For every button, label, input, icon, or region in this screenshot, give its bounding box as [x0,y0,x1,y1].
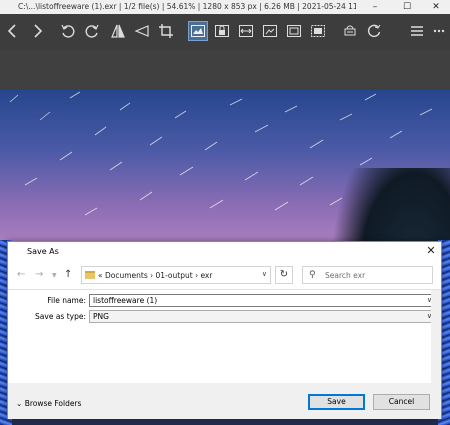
close-window-button[interactable]: ✕ [421,0,450,14]
rotate-left-icon[interactable] [58,21,78,41]
save-button[interactable]: Save [308,394,365,410]
cancel-button[interactable]: Cancel [373,394,430,410]
minimize-button[interactable]: – [360,0,390,14]
breadcrumb-exr[interactable]: exr [200,271,212,280]
ellipsis-icon[interactable] [429,21,449,41]
file-name-field[interactable]: listoffreeware (1) ∨ [89,294,436,307]
save-type-label: Save as type: [35,312,86,321]
window-title: C:\...\listoffreeware (1).exr | 1/2 file… [18,2,356,11]
scale-to-height-icon[interactable] [260,21,280,41]
refresh-folder-icon[interactable]: ↻ [275,266,293,284]
scale-to-width-icon[interactable] [236,21,256,41]
dialog-title: Save As [27,247,59,256]
address-bar[interactable]: « Documents › 01-output › exr ∨ [81,266,271,284]
refresh-icon[interactable] [364,21,384,41]
address-dropdown-icon[interactable]: ∨ [262,270,267,278]
rotate-right-icon[interactable] [82,21,102,41]
maximize-button[interactable]: ☐ [392,0,422,14]
breadcrumb-separator-icon: › [150,271,154,280]
zoom-lock-icon[interactable] [212,21,232,41]
back-arrow-icon[interactable] [3,21,23,41]
search-icon: ⚲ [309,270,316,280]
search-placeholder: Search exr [325,271,366,280]
scale-auto-icon[interactable] [308,21,328,41]
viewer-background [0,50,450,90]
vertical-scrollbar[interactable] [431,290,441,383]
flip-horizontal-icon[interactable] [108,21,128,41]
browse-folders-toggle[interactable]: ⌄ Browse Folders [16,399,81,408]
file-name-value: listoffreeware (1) [93,296,158,305]
browse-folders-label: Browse Folders [24,399,82,408]
zoom-fit-icon[interactable] [188,21,208,41]
window-title-bar: C:\...\listoffreeware (1).exr | 1/2 file… [0,0,450,14]
save-type-value: PNG [93,312,109,321]
menu-icon[interactable] [407,21,427,41]
breadcrumb-separator-icon: › [195,271,199,280]
recent-locations-chevron-icon[interactable]: ▼ [52,272,57,279]
crop-icon[interactable] [156,21,176,41]
file-name-label: File name: [47,296,86,305]
main-toolbar [0,14,450,50]
navigation-row: ← → ▼ ↑ « Documents › 01-output › exr ∨ … [8,262,441,290]
breadcrumb-overflow[interactable]: « [98,271,103,280]
flip-vertical-icon[interactable] [132,21,152,41]
nav-back-icon[interactable]: ← [17,269,25,280]
save-form: File name: listoffreeware (1) ∨ Save as … [8,290,441,383]
breadcrumb-documents[interactable]: Documents [105,271,148,280]
breadcrumb-01-output[interactable]: 01-output [156,271,193,280]
print-icon[interactable] [340,21,360,41]
search-input[interactable]: ⚲ Search exr [302,266,433,284]
dialog-close-icon[interactable]: ✕ [424,244,438,258]
forward-arrow-icon[interactable] [27,21,47,41]
save-as-dialog: Save As ✕ ← → ▼ ↑ « Documents › 01-outpu… [7,241,442,419]
nav-up-icon[interactable]: ↑ [64,269,72,280]
nav-forward-icon[interactable]: → [35,269,43,280]
folder-icon [85,271,95,279]
scale-fill-icon[interactable] [284,21,304,41]
breadcrumb: « Documents › 01-output › exr [98,271,212,280]
chevron-icon: ⌄ [16,399,23,408]
dialog-title-bar: Save As ✕ [8,242,441,262]
dialog-footer: ⌄ Browse Folders Save Cancel [8,383,441,419]
save-type-select[interactable]: PNG ∨ [89,310,436,323]
